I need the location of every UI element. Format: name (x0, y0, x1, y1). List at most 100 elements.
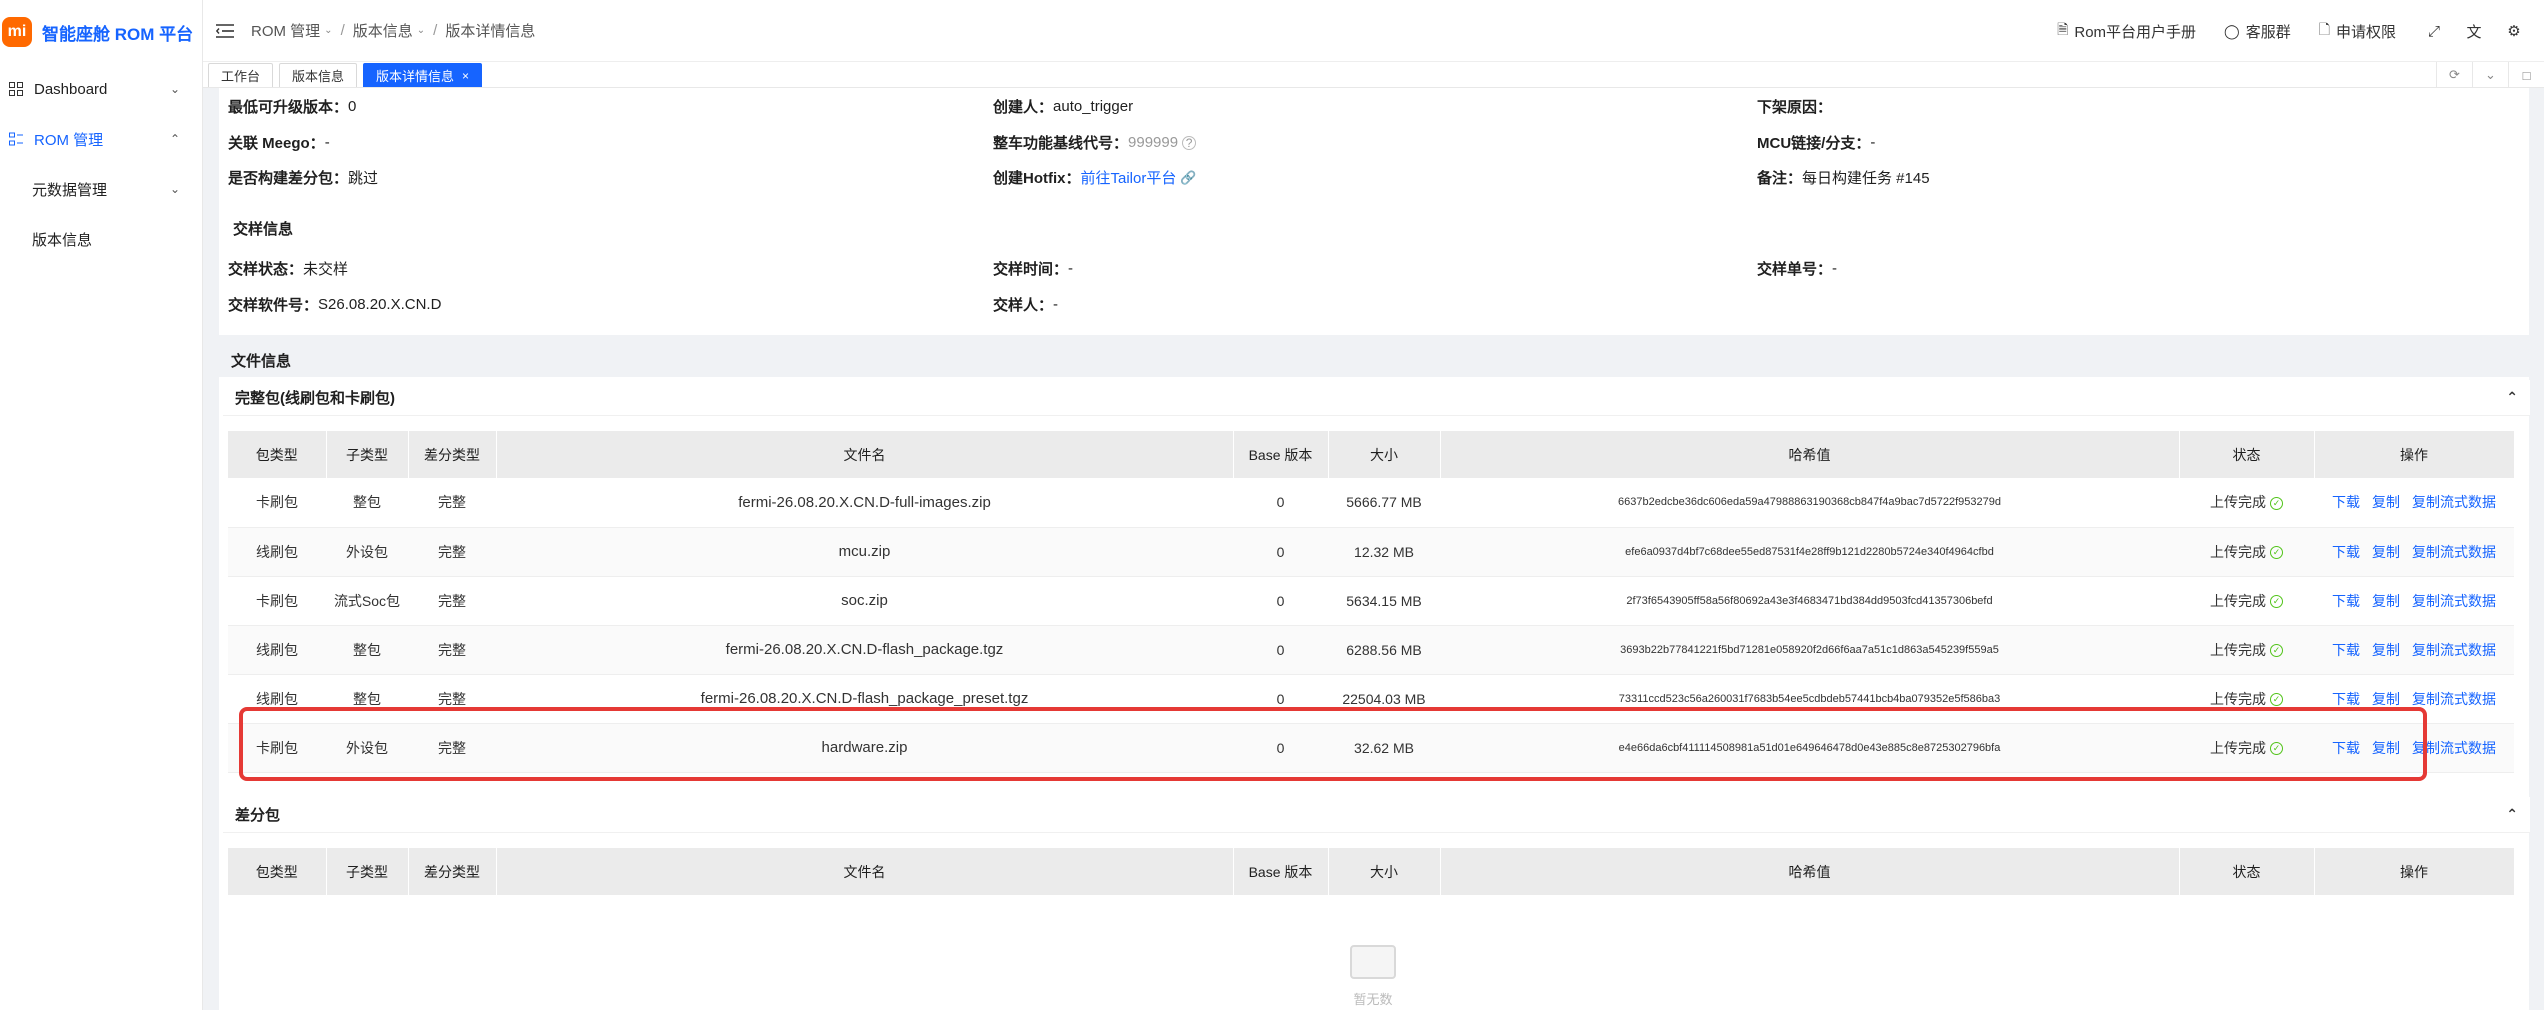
copy-stream-data-button[interactable]: 复制流式数据 (2412, 544, 2496, 560)
cell-actions: 下载 复制 复制流式数据 (2314, 625, 2514, 675)
diff-package-header[interactable]: 差分包 ⌃ (223, 797, 2530, 833)
breadcrumb-item: 版本详情信息 (445, 23, 536, 40)
breadcrumb-item[interactable]: 版本信息 (353, 20, 413, 41)
sidebar-item-label: Dashboard (34, 80, 108, 98)
cell-size: 5666.77 MB (1328, 478, 1440, 528)
breadcrumb: ROM 管理 ⌄ / 版本信息 ⌄ / 版本详情信息 (251, 20, 536, 41)
table-row: 线刷包 整包 完整 fermi-26.08.20.X.CN.D-flash_packa… (228, 625, 2514, 675)
cell-sub-type: 流式Soc包 (326, 576, 408, 626)
sidebar-item-metadata[interactable]: 元数据管理 ⌄ (0, 164, 202, 214)
cell-diff-type: 完整 (408, 625, 496, 675)
col-header: 包类型 (228, 848, 327, 895)
table-header-row: 包类型 子类型 差分类型 文件名 Base 版本 大小 哈希值 状态 操作 (228, 848, 2515, 895)
sidebar: mi 智能座舱 ROM 平台 Dashboard ⌄ ROM 管理 ⌃ 元数据管… (0, 0, 203, 1010)
col-header: 哈希值 (1440, 431, 2180, 478)
cell-package-type: 卡刷包 (228, 576, 326, 626)
copy-stream-data-button[interactable]: 复制流式数据 (2412, 494, 2496, 510)
close-icon[interactable]: × (462, 69, 469, 83)
link-icon[interactable]: 🔗 (1180, 170, 1196, 186)
help-icon[interactable]: ? (1182, 135, 1197, 150)
download-button[interactable]: 下载 (2332, 544, 2360, 560)
sample-software-field: 交样软件号： S26.08.20.X.CN.D (228, 296, 442, 314)
chat-icon: ◯ (2224, 22, 2240, 39)
cell-size: 5634.15 MB (1328, 576, 1440, 626)
cell-base-version: 0 (1233, 625, 1328, 675)
copy-stream-data-button[interactable]: 复制流式数据 (2412, 691, 2496, 707)
support-group-link[interactable]: ◯ 客服群 (2224, 21, 2291, 42)
sidebar-item-label: 元数据管理 (32, 181, 108, 199)
files-section-title: 文件信息 (231, 353, 292, 370)
sample-time-field: 交样时间： - (993, 260, 1074, 278)
col-header: 文件名 (496, 431, 1234, 478)
chevron-up-icon[interactable]: ⌃ (2506, 806, 2518, 823)
chevron-down-icon: ⌄ (169, 82, 180, 96)
tailor-link[interactable]: 前往Tailor平台 (1081, 167, 1177, 188)
download-button[interactable]: 下载 (2332, 691, 2360, 707)
document-icon: 🗎 (2057, 21, 2069, 37)
cell-diff-type: 完整 (408, 527, 496, 577)
mi-logo-icon: mi (2, 17, 32, 47)
check-circle-icon: ✓ (2270, 644, 2283, 658)
settings-icon[interactable]: ⚙ (2504, 21, 2524, 41)
fullscreen-icon[interactable]: ⤢ (2424, 21, 2444, 41)
col-header: 子类型 (326, 431, 409, 478)
chevron-down-icon: ⌄ (169, 182, 180, 196)
col-header: 状态 (2179, 431, 2315, 478)
table-row: 线刷包 外设包 完整 mcu.zip 0 12.32 MB efe6a0937d4bf7c6… (228, 527, 2514, 577)
cell-base-version: 0 (1233, 478, 1328, 528)
tab-version-detail[interactable]: 版本详情信息 × (363, 63, 483, 87)
request-permission-link[interactable]: 🗋 申请权限 (2319, 19, 2396, 43)
permission-icon: 🗋 (2318, 21, 2330, 37)
cell-status: 上传完成 ✓ (2179, 478, 2314, 528)
refresh-icon[interactable]: ⟳ (2436, 62, 2472, 88)
copy-stream-data-button[interactable]: 复制流式数据 (2412, 642, 2496, 658)
tab-workbench[interactable]: 工作台 (208, 63, 274, 87)
table-row: 卡刷包 整包 完整 fermi-26.08.20.X.CN.D-full-images… (228, 478, 2514, 528)
cell-status: 上传完成 ✓ (2179, 625, 2314, 675)
menu-fold-icon[interactable] (213, 19, 237, 43)
logo[interactable]: mi 智能座舱 ROM 平台 (0, 0, 202, 64)
chevron-down-icon[interactable]: ⌄ (2472, 62, 2508, 88)
user-manual-link[interactable]: 🗎 Rom平台用户手册 (2057, 19, 2196, 43)
col-header: Base 版本 (1233, 431, 1329, 478)
copy-button[interactable]: 复制 (2372, 544, 2400, 560)
chevron-down-icon: ⌄ (324, 25, 333, 36)
remark-field: 备注： 每日构建任务 #145 (1757, 170, 1930, 187)
copy-button[interactable]: 复制 (2372, 642, 2400, 658)
cell-file-name: fermi-26.08.20.X.CN.D-full-images.zip (496, 478, 1233, 528)
download-button[interactable]: 下载 (2332, 494, 2360, 510)
copy-button[interactable]: 复制 (2372, 494, 2400, 510)
full-package-header[interactable]: 完整包(线刷包和卡刷包) ⌃ (223, 380, 2530, 416)
empty-state: 暂无数据 (1350, 945, 1396, 1010)
sidebar-item-rom[interactable]: ROM 管理 ⌃ (0, 114, 202, 164)
copy-button[interactable]: 复制 (2372, 691, 2400, 707)
meego-field: 关联 Meego： - (228, 134, 330, 152)
chevron-up-icon[interactable]: ⌃ (2506, 389, 2518, 406)
col-header: 包类型 (228, 431, 327, 478)
sample-person-field: 交样人： - (993, 296, 1059, 314)
tab-version-info[interactable]: 版本信息 (279, 63, 358, 87)
copy-button[interactable]: 复制 (2372, 593, 2400, 609)
top-header: ROM 管理 ⌄ / 版本信息 ⌄ / 版本详情信息 🗎 Rom平台用户手册 ◯… (203, 0, 2544, 62)
download-button[interactable]: 下载 (2332, 593, 2360, 609)
sidebar-item-label: ROM 管理 (34, 131, 104, 149)
baseline-field: 整车功能基线代号： 999999 ? (993, 132, 1197, 153)
col-header: Base 版本 (1233, 848, 1329, 895)
col-header: 操作 (2314, 431, 2515, 478)
cell-file-name: soc.zip (496, 576, 1233, 626)
sidebar-item-version-info[interactable]: 版本信息 (0, 214, 202, 264)
cell-hash: 2f73f6543905ff58a56f80692a43e3f4683471bd… (1440, 576, 2179, 626)
highlight-box (239, 707, 2427, 781)
col-header: 大小 (1328, 848, 1441, 895)
expand-icon[interactable]: □ (2508, 62, 2544, 88)
cell-package-type: 卡刷包 (228, 478, 326, 528)
cell-diff-type: 完整 (408, 576, 496, 626)
download-button[interactable]: 下载 (2332, 642, 2360, 658)
cell-sub-type: 整包 (326, 625, 408, 675)
translate-icon[interactable]: 文 (2464, 21, 2484, 41)
empty-box-icon (1350, 945, 1396, 979)
copy-stream-data-button[interactable]: 复制流式数据 (2412, 593, 2496, 609)
cell-file-name: mcu.zip (496, 527, 1233, 577)
breadcrumb-item[interactable]: ROM 管理 (251, 20, 320, 41)
sidebar-item-dashboard[interactable]: Dashboard ⌄ (0, 64, 202, 114)
